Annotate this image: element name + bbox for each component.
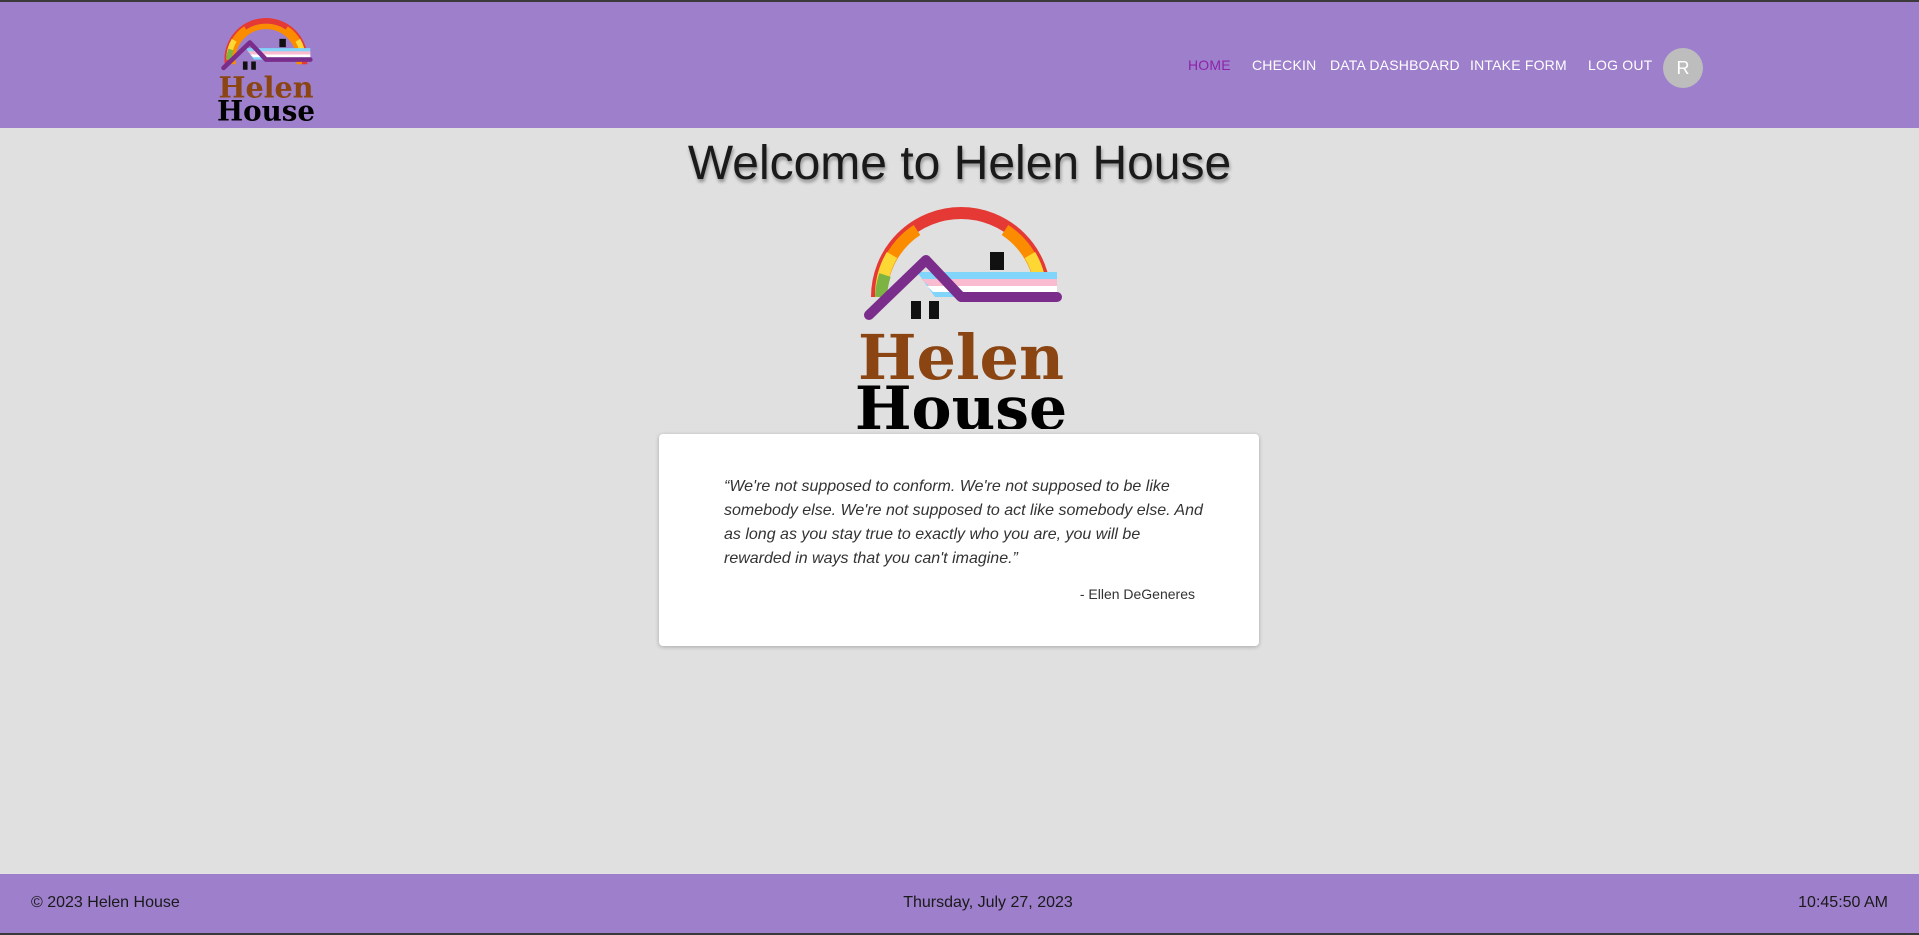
top-navigation-bar: Helen House HOME CHECKIN DATA DASHBOARD … [0,2,1919,128]
user-avatar[interactable]: R [1663,48,1703,88]
main-nav: HOME CHECKIN DATA DASHBOARD INTAKE FORM … [0,2,1919,128]
footer-date: Thursday, July 27, 2023 [903,894,1073,911]
quote-card: “We're not supposed to conform. We're no… [659,434,1259,646]
nav-data-dashboard-link[interactable]: DATA DASHBOARD [1330,57,1460,73]
nav-home-link[interactable]: HOME [1188,57,1231,73]
nav-checkin-link[interactable]: CHECKIN [1252,57,1316,73]
nav-logout-link[interactable]: LOG OUT [1588,57,1652,73]
quote-author: - Ellen DeGeneres [1079,586,1195,602]
footer: © 2023 Helen House Thursday, July 27, 20… [0,874,1919,933]
hero-logo: Helen House [855,197,1067,444]
nav-intake-form-link[interactable]: INTAKE FORM [1470,57,1567,73]
quote-text: “We're not supposed to conform. We're no… [724,478,1203,567]
footer-time: 10:45:50 AM [1798,894,1888,911]
page-title: Welcome to Helen House [687,137,1232,190]
helen-house-logo-icon: Helen House [855,207,1067,444]
svg-text:House: House [857,374,1065,429]
